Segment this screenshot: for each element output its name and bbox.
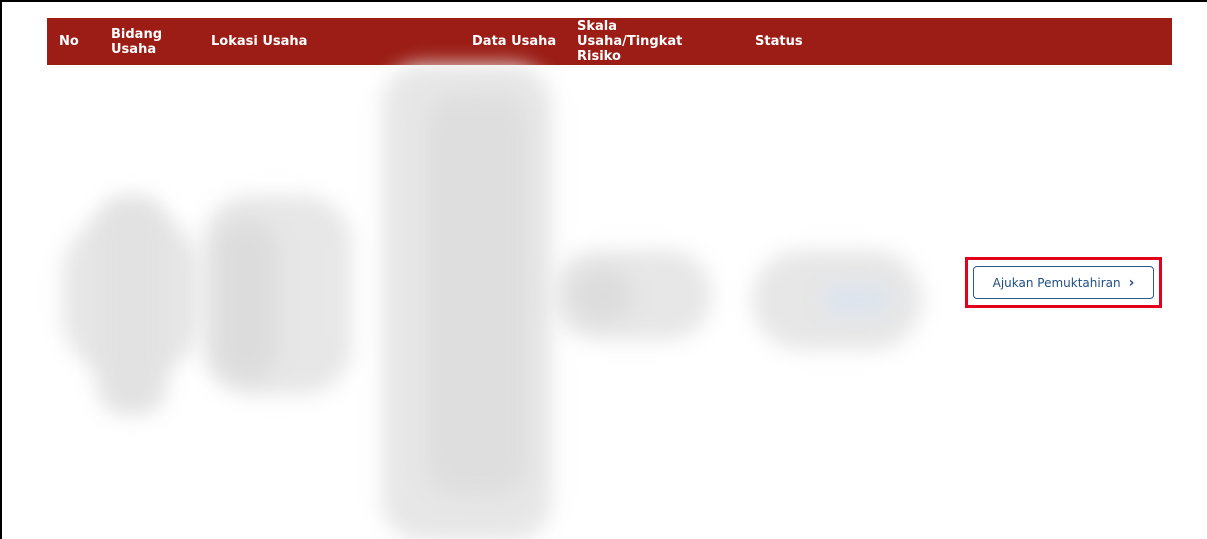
chevron-right-icon: › <box>1128 274 1135 291</box>
table-header: No Bidang Usaha Lokasi Usaha Data Usaha … <box>47 18 1172 65</box>
page-frame: No Bidang Usaha Lokasi Usaha Data Usaha … <box>0 0 1207 539</box>
header-skala-usaha: Skala Usaha/Tingkat Risiko <box>577 19 683 64</box>
ajukan-pemuktahiran-label: Ajukan Pemuktahiran <box>992 275 1121 290</box>
header-lokasi-usaha: Lokasi Usaha <box>211 34 308 49</box>
header-bidang-usaha: Bidang Usaha <box>111 26 163 57</box>
header-no: No <box>59 34 79 49</box>
action-highlight: Ajukan Pemuktahiran › <box>965 257 1162 308</box>
ajukan-pemuktahiran-button[interactable]: Ajukan Pemuktahiran › <box>973 266 1154 299</box>
header-status: Status <box>755 34 803 49</box>
header-data-usaha: Data Usaha <box>472 34 557 49</box>
